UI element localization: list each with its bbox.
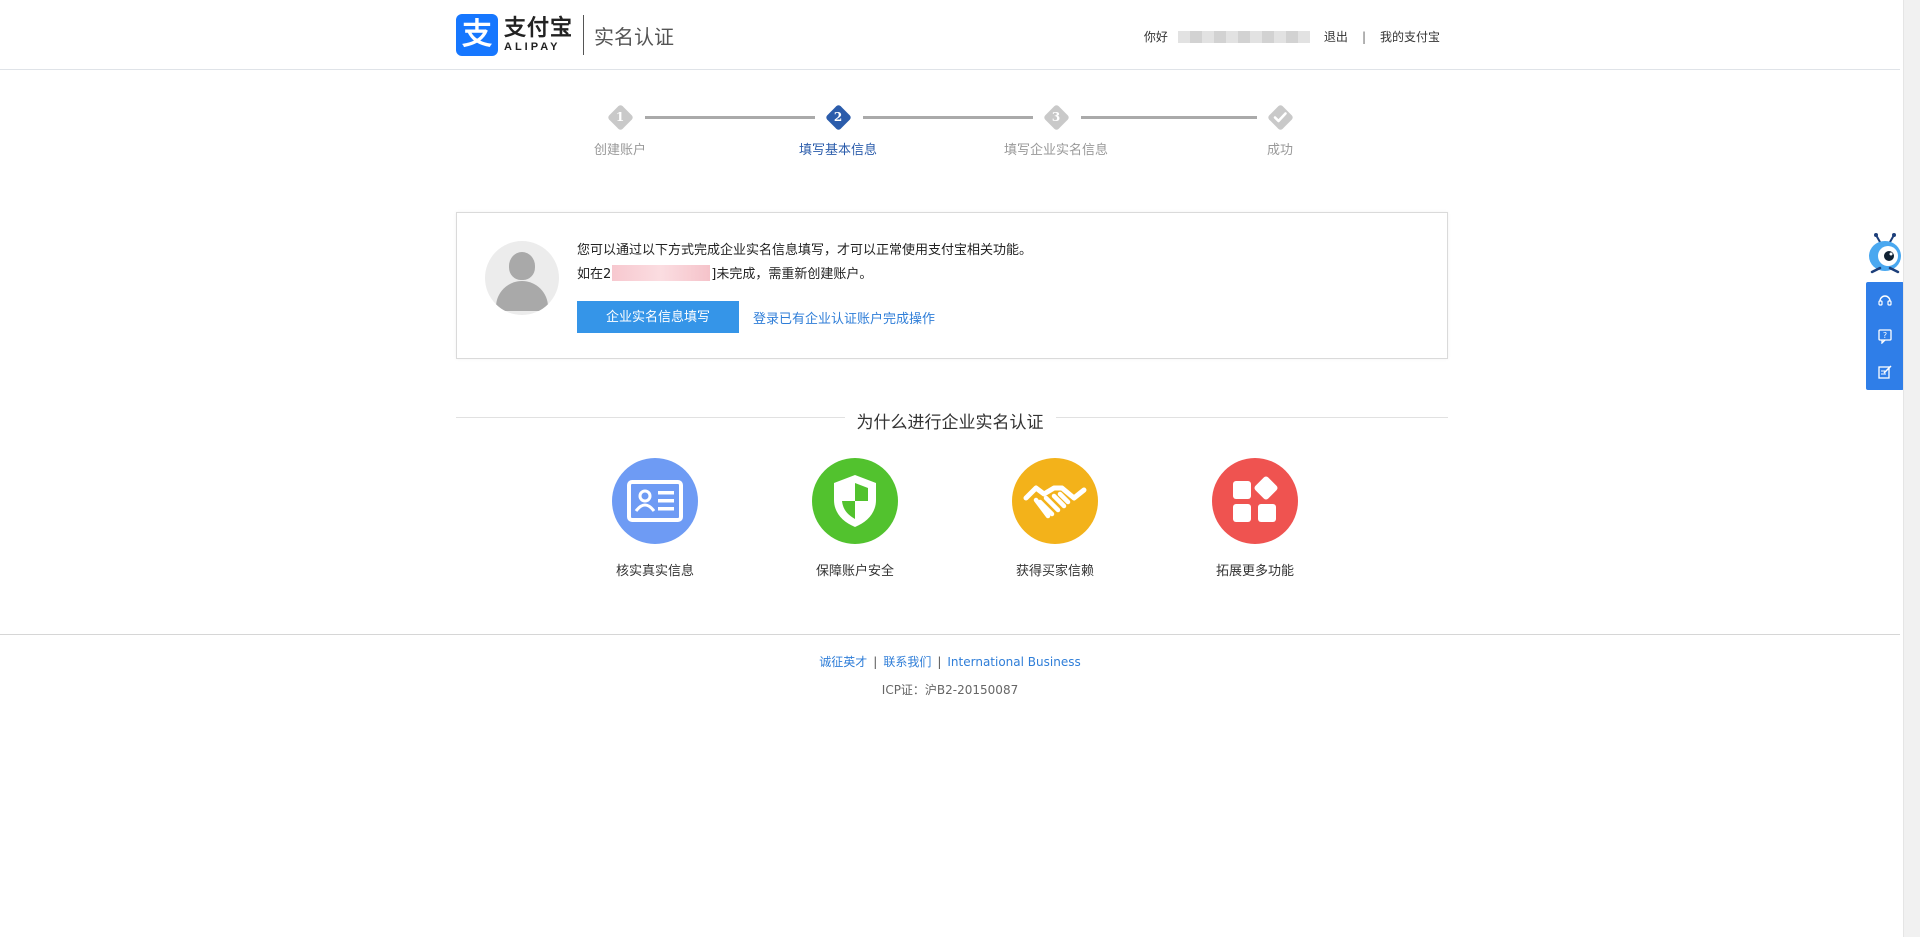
login-certified-account-link[interactable]: 登录已有企业认证账户完成操作	[753, 308, 935, 327]
alipay-logo-icon: 支	[456, 14, 498, 56]
feature-buyer-trust: 获得买家信赖	[985, 458, 1125, 579]
svg-text:?: ?	[1883, 331, 1887, 340]
international-business-link[interactable]: International Business	[947, 655, 1080, 669]
user-icon	[509, 252, 535, 280]
feature-label: 获得买家信赖	[1015, 564, 1094, 579]
careers-link[interactable]: 诚征英才	[819, 655, 867, 669]
step-connector	[863, 116, 1033, 119]
feature-label: 核实真实信息	[615, 564, 694, 579]
step-1-label: 创建账户	[593, 143, 647, 158]
my-alipay-link[interactable]: 我的支付宝	[1380, 28, 1440, 45]
id-card-icon	[612, 458, 698, 544]
info-message: 您可以通过以下方式完成企业实名信息填写，才可以正常使用支付宝相关功能。	[577, 243, 1033, 258]
logo-divider	[583, 15, 585, 55]
feature-account-security: 保障账户安全	[785, 458, 925, 579]
vertical-scrollbar[interactable]	[1903, 0, 1920, 937]
step-1-marker: 1	[607, 104, 634, 131]
info-panel: 您可以通过以下方式完成企业实名信息填写，才可以正常使用支付宝相关功能。 如在2]…	[456, 212, 1448, 359]
help-icon[interactable]: ?	[1866, 318, 1904, 354]
feature-label: 保障账户安全	[815, 564, 894, 579]
user-nav: 你好 退出 | 我的支付宝	[1144, 28, 1440, 45]
handshake-icon	[1012, 458, 1098, 544]
logo-name-en: ALIPAY	[504, 40, 561, 53]
step-2-marker: 2	[825, 104, 852, 131]
feature-label: 拓展更多功能	[1215, 564, 1294, 579]
icp-license: ICP证：沪B2-20150087	[881, 683, 1019, 697]
fill-enterprise-info-button[interactable]: 企业实名信息填写	[577, 301, 739, 333]
step-4-label: 成功	[1266, 143, 1294, 158]
page-title: 实名认证	[594, 24, 675, 49]
step-connector	[645, 116, 815, 119]
feedback-icon[interactable]	[1866, 354, 1904, 390]
shield-icon	[812, 458, 898, 544]
step-3-label: 填写企业实名信息	[1003, 143, 1109, 158]
site-header: 支 支付宝 ALIPAY 实名认证 你好 退出 | 我的支付宝	[0, 0, 1900, 70]
feature-verify-info: 核实真实信息	[585, 458, 725, 579]
check-icon	[1267, 104, 1293, 130]
apps-grid-icon	[1212, 458, 1298, 544]
footer-divider	[0, 634, 1900, 635]
logout-link[interactable]: 退出	[1324, 28, 1348, 45]
why-section-title: 为什么进行企业实名认证	[0, 408, 1900, 433]
footer-links: 诚征英才 | 联系我们 | International Business	[819, 655, 1081, 669]
greeting: 你好	[1143, 30, 1168, 44]
info-deadline-message: 如在2]未完成，需重新创建账户。	[577, 263, 872, 282]
avatar	[485, 241, 559, 315]
step-4-marker	[1267, 104, 1294, 131]
step-3-marker: 3	[1043, 104, 1070, 131]
customer-service-icon[interactable]	[1866, 282, 1904, 318]
masked-date	[612, 264, 711, 281]
alipay-logo[interactable]: 支 支付宝 ALIPAY 实名认证	[456, 14, 674, 56]
side-toolbar: ?	[1866, 282, 1904, 390]
step-2-label: 填写基本信息	[798, 143, 878, 158]
logo-name-cn: 支付宝	[504, 15, 574, 41]
step-connector	[1081, 116, 1257, 119]
masked-username	[1177, 30, 1310, 43]
feature-more-functions: 拓展更多功能	[1185, 458, 1325, 579]
contact-us-link[interactable]: 联系我们	[883, 655, 931, 669]
nav-separator: |	[1361, 29, 1366, 44]
ant-mascot-icon[interactable]	[1866, 232, 1904, 282]
